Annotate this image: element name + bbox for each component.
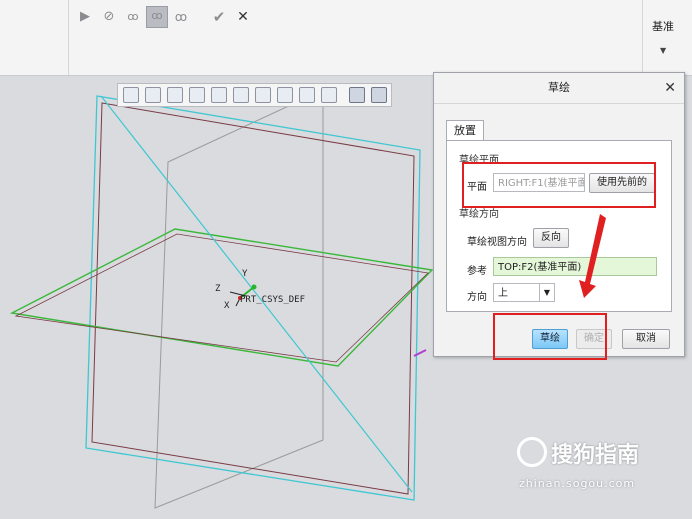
sogou-logo-icon bbox=[517, 437, 547, 467]
watermark-brand: 搜狗指南 bbox=[551, 443, 640, 468]
watermark-url: zhinan.sogou.com bbox=[519, 477, 636, 490]
red-arrow bbox=[579, 214, 606, 298]
